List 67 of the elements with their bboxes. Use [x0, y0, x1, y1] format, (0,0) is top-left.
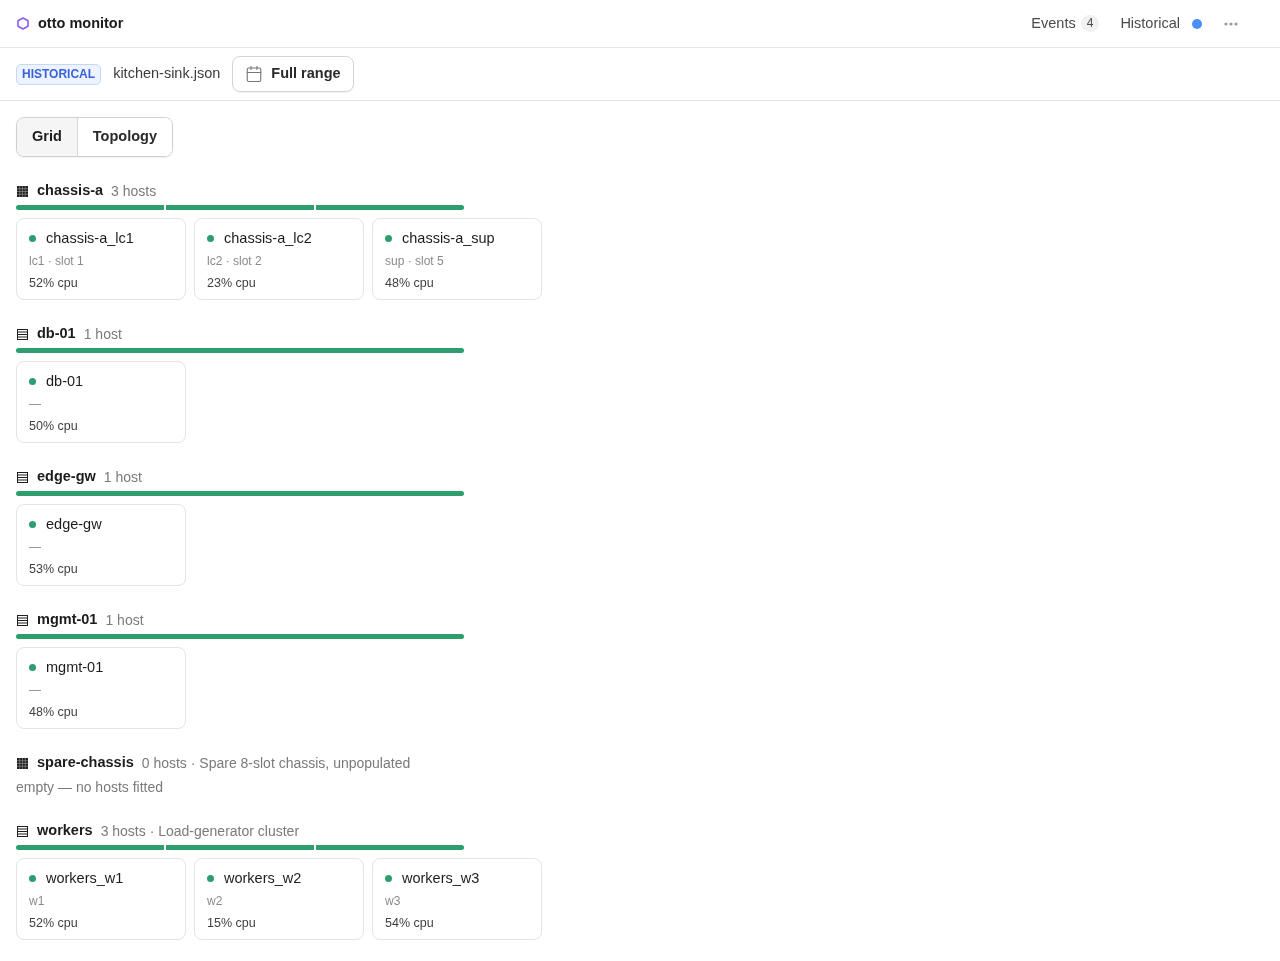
lined-square-icon: [17, 825, 28, 837]
host-cpu: 50% cpu: [29, 418, 78, 435]
host-detail: w2: [207, 893, 223, 910]
host-card[interactable]: mgmt-01 — 48% cpu: [16, 647, 186, 729]
file-name: kitchen-sink.json: [113, 64, 221, 84]
host-card[interactable]: chassis-a_lc1 lc1 · slot 1 52% cpu: [16, 218, 186, 300]
group-name: edge-gw: [37, 467, 96, 487]
host-cpu: 52% cpu: [29, 915, 78, 932]
host-cpu: 48% cpu: [385, 275, 434, 292]
host-detail: w1: [29, 893, 45, 910]
lined-square-icon: [17, 614, 28, 626]
host-card[interactable]: workers_w2 w2 15% cpu: [194, 858, 364, 940]
empty-note: empty — no hosts fitted: [16, 778, 164, 797]
events-count: 4: [1080, 15, 1100, 32]
host-name: chassis-a_lc1: [46, 229, 134, 248]
host-name: workers_w1: [46, 869, 124, 888]
host-detail: —: [29, 539, 41, 556]
host-name: workers_w2: [224, 869, 302, 888]
group-summary: 1 host: [105, 610, 144, 630]
grid-square-icon: [17, 185, 28, 197]
host-detail: lc1 · slot 1: [29, 253, 84, 270]
group-name: mgmt-01: [37, 610, 98, 630]
host-cpu: 23% cpu: [207, 275, 256, 292]
host-cpu: 53% cpu: [29, 561, 78, 578]
host-cpu: 48% cpu: [29, 704, 78, 721]
lined-square-icon: [17, 328, 28, 340]
host-card[interactable]: chassis-a_lc2 lc2 · slot 2 23% cpu: [194, 218, 364, 300]
group-name: workers: [37, 821, 93, 841]
hexagon-logo-icon: [17, 17, 29, 30]
more-icon: [1224, 21, 1238, 26]
host-cpu: 54% cpu: [385, 915, 434, 932]
lined-square-icon: [17, 471, 28, 483]
grid-square-icon: [17, 757, 28, 769]
group-name: chassis-a: [37, 181, 104, 201]
events-link[interactable]: Events 4: [1031, 12, 1100, 35]
host-detail: —: [29, 682, 41, 699]
host-name: db-01: [46, 372, 84, 391]
view-tab[interactable]: Grid: [17, 118, 77, 156]
host-detail: w3: [385, 893, 401, 910]
group-summary: 3 hosts: [111, 181, 157, 201]
host-card[interactable]: edge-gw — 53% cpu: [16, 504, 186, 586]
host-card[interactable]: chassis-a_sup sup · slot 5 48% cpu: [372, 218, 542, 300]
host-card[interactable]: workers_w3 w3 54% cpu: [372, 858, 542, 940]
group-summary: 3 hosts · Load-generator cluster: [100, 821, 300, 841]
app-title: otto monitor: [38, 13, 124, 33]
host-detail: lc2 · slot 2: [207, 253, 262, 270]
host-name: workers_w3: [402, 869, 480, 888]
mode-badge: HISTORICAL: [16, 63, 102, 85]
range-button[interactable]: Full range: [232, 56, 354, 92]
group-summary: 1 host: [103, 467, 142, 487]
calendar-icon: [245, 65, 264, 83]
host-name: edge-gw: [46, 515, 102, 534]
group-summary: 1 host: [83, 324, 122, 344]
host-name: chassis-a_lc2: [224, 229, 312, 248]
mode-indicator[interactable]: Historical: [1120, 12, 1202, 35]
host-cpu: 15% cpu: [207, 915, 256, 932]
view-tab[interactable]: Topology: [76, 118, 172, 156]
host-detail: sup · slot 5: [385, 253, 444, 270]
group-name: db-01: [37, 324, 76, 344]
host-card[interactable]: db-01 — 50% cpu: [16, 361, 186, 443]
group-summary: 0 hosts · Spare 8-slot chassis, unpopulated: [141, 753, 411, 773]
host-name: mgmt-01: [46, 658, 104, 677]
host-name: chassis-a_sup: [402, 229, 495, 248]
group-name: spare-chassis: [37, 753, 134, 773]
host-cpu: 52% cpu: [29, 275, 78, 292]
host-card[interactable]: workers_w1 w1 52% cpu: [16, 858, 186, 940]
host-detail: —: [29, 396, 41, 413]
